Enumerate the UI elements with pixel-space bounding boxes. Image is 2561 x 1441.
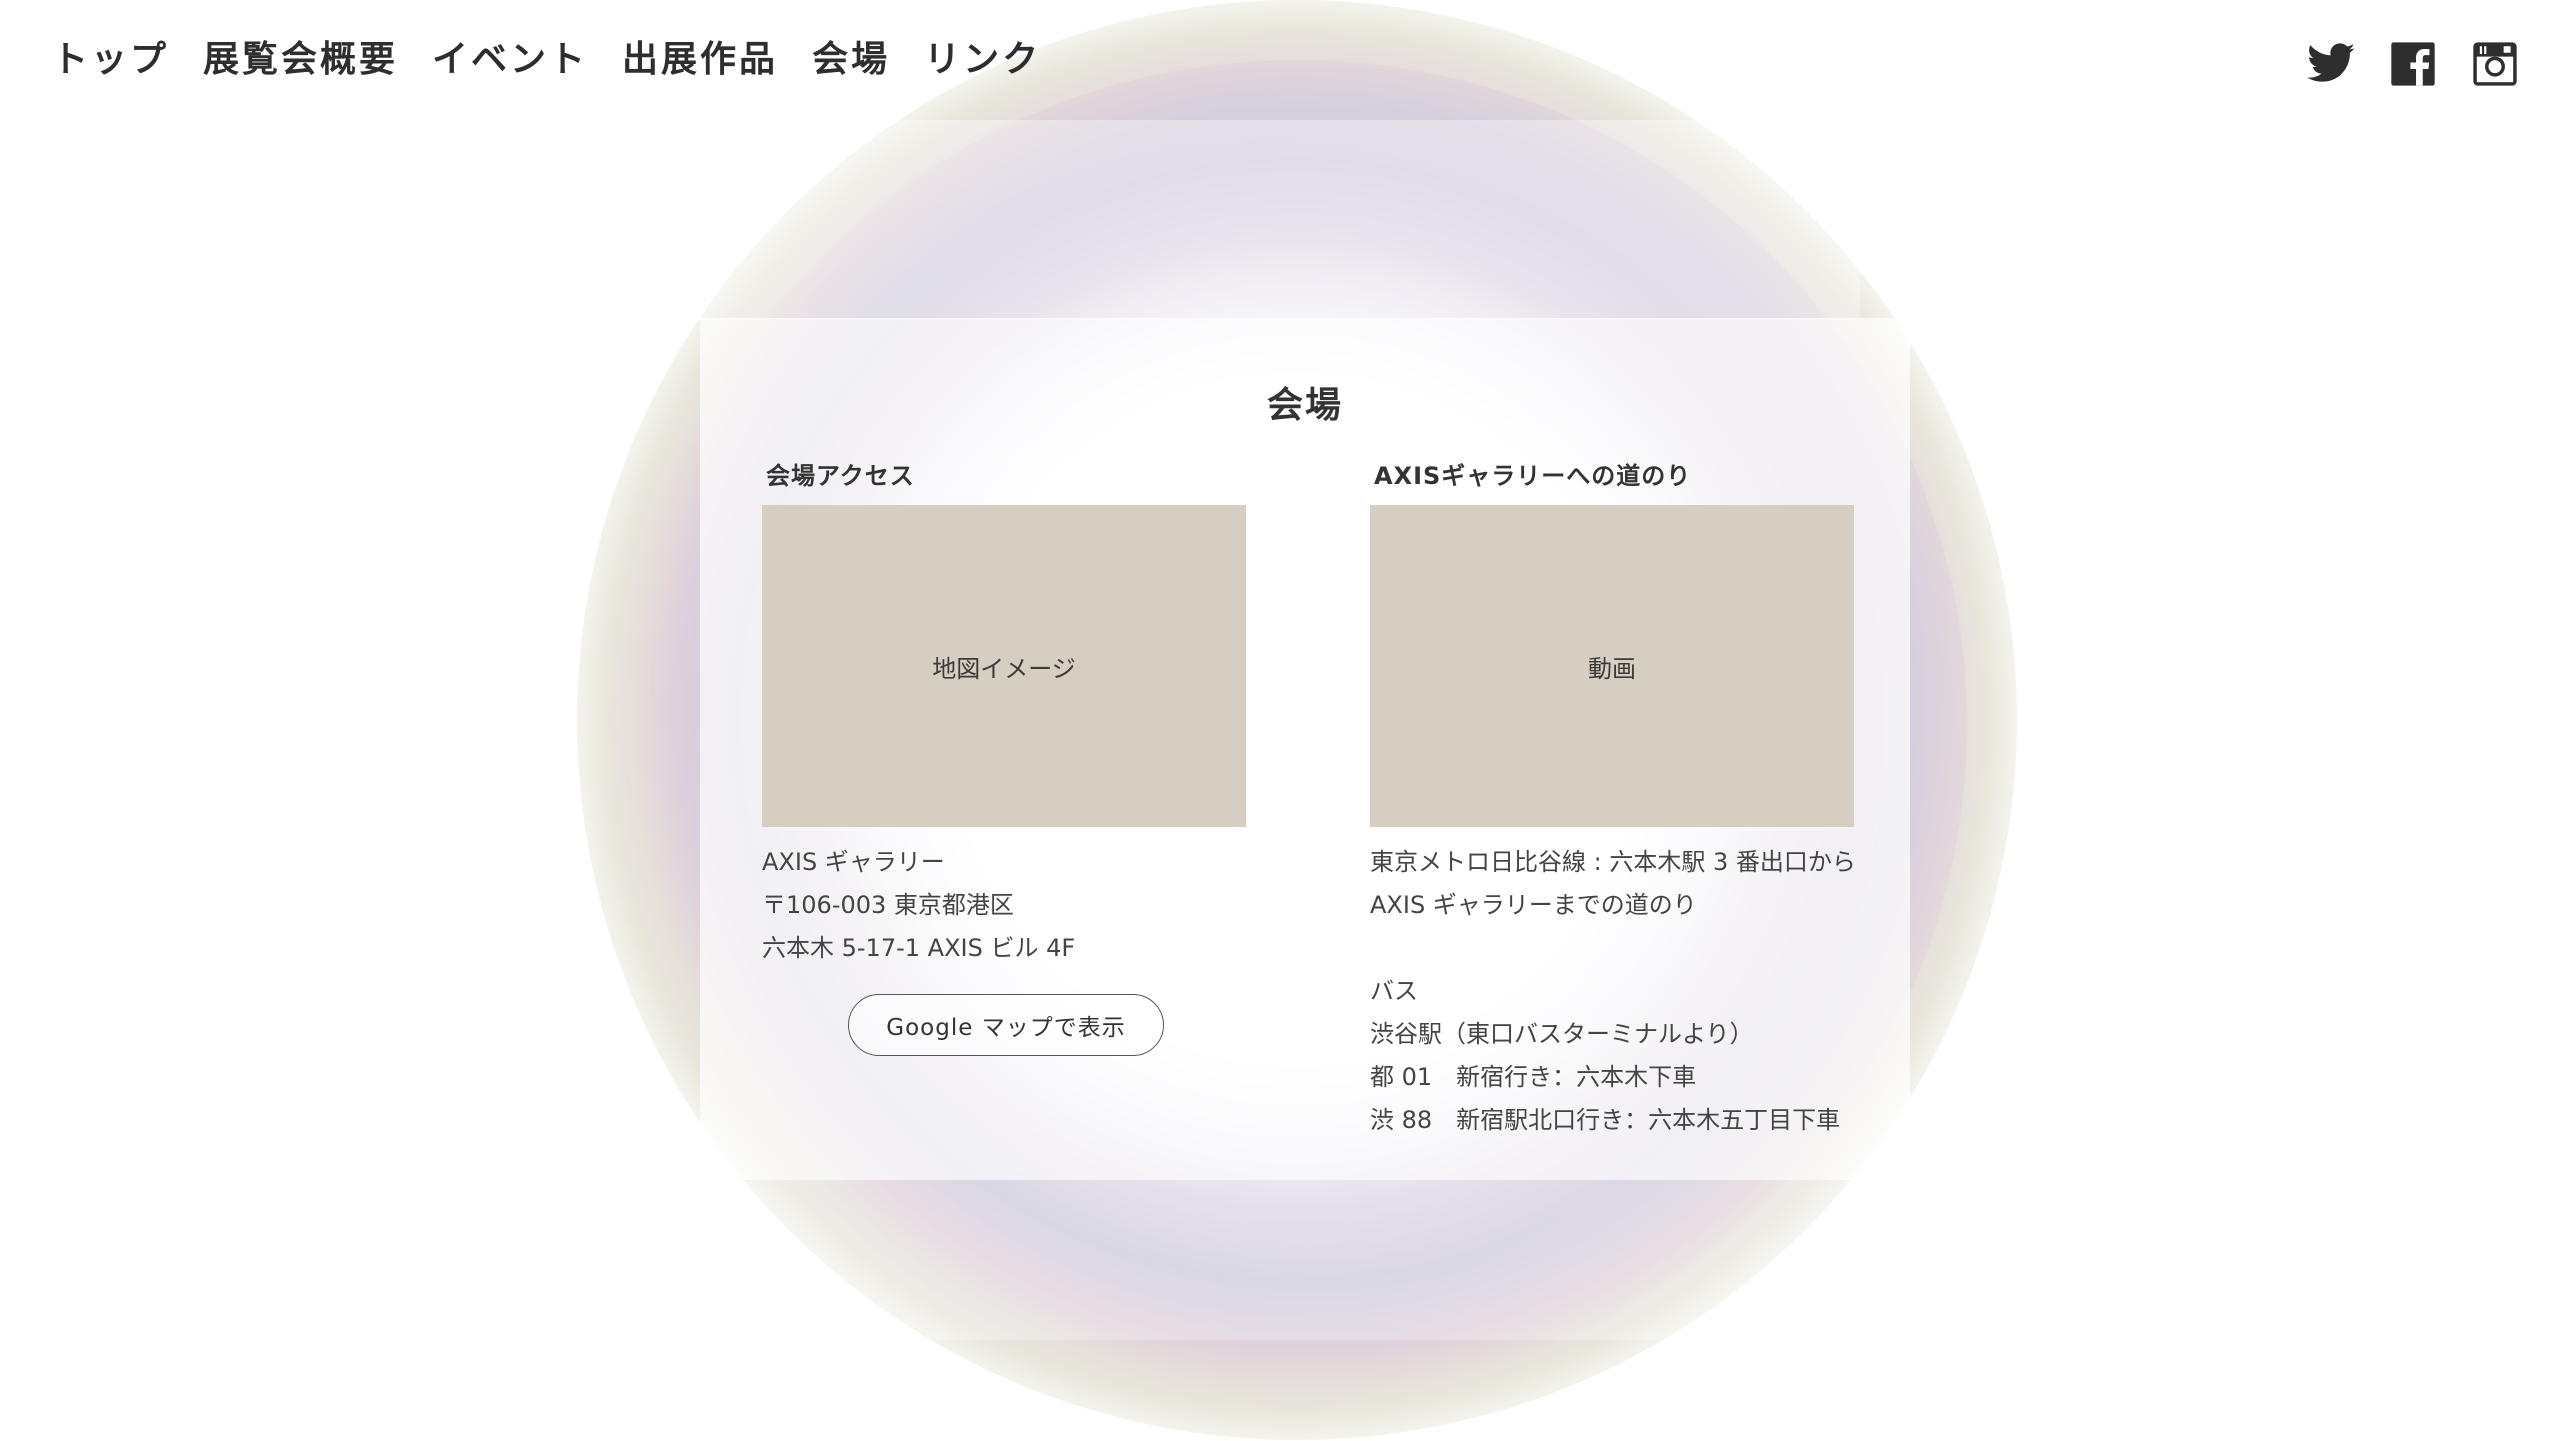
route-line: AXIS ギャラリーまでの道のり	[1370, 891, 1697, 919]
address-line: 六本木 5-17-1 AXIS ビル 4F	[762, 934, 1076, 962]
route-line: 渋谷駅（東口バスターミナルより）	[1370, 1020, 1754, 1048]
page: トップ 展覧会概要 イベント 出展作品 会場 リンク 会場 会場アクセス 地図イ…	[0, 0, 2561, 1441]
route-info: 東京メトロ日比谷線 : 六本木駅 3 番出口から AXIS ギャラリーまでの道の…	[1370, 841, 1856, 1142]
main-nav: トップ 展覧会概要 イベント 出展作品 会場 リンク	[52, 30, 1041, 82]
facebook-icon[interactable]	[2387, 38, 2439, 90]
access-heading: 会場アクセス	[766, 462, 915, 490]
access-column: 会場アクセス 地図イメージ AXIS ギャラリー 〒106-003 東京都港区 …	[762, 456, 1246, 1056]
social-links	[2305, 38, 2521, 90]
route-line: 都 01 新宿行き：六本木下車	[1370, 1063, 1697, 1091]
route-line: 東京メトロ日比谷線 : 六本木駅 3 番出口から	[1370, 848, 1856, 876]
decorative-band-top	[700, 120, 1860, 320]
map-image[interactable]: 地図イメージ	[762, 505, 1246, 827]
venue-card: 会場 会場アクセス 地図イメージ AXIS ギャラリー 〒106-003 東京都…	[700, 318, 1910, 1180]
route-line: 渋 88 新宿駅北口行き：六本木五丁目下車	[1370, 1106, 1841, 1134]
nav-item-works[interactable]: 出展作品	[622, 30, 778, 82]
page-title: 会場	[1266, 385, 1343, 426]
route-video[interactable]: 動画	[1370, 505, 1854, 827]
bus-heading: バス	[1370, 977, 1418, 1005]
video-placeholder-label: 動画	[1588, 654, 1636, 683]
twitter-icon[interactable]	[2305, 38, 2357, 90]
address-block: AXIS ギャラリー 〒106-003 東京都港区 六本木 5-17-1 AXI…	[762, 841, 1246, 970]
nav-item-overview[interactable]: 展覧会概要	[203, 30, 398, 82]
address-line: 〒106-003 東京都港区	[762, 891, 1014, 919]
map-placeholder-label: 地図イメージ	[932, 654, 1076, 683]
route-spacer	[1370, 927, 1854, 970]
nav-item-top[interactable]: トップ	[52, 30, 169, 82]
nav-item-event[interactable]: イベント	[432, 30, 588, 82]
route-heading: AXISギャラリーへの道のり	[1374, 462, 1692, 490]
google-map-button[interactable]: Google マップで表示	[848, 994, 1164, 1056]
decorative-band-bottom	[700, 1180, 1860, 1340]
nav-item-links[interactable]: リンク	[924, 30, 1041, 82]
route-column: AXISギャラリーへの道のり 動画 東京メトロ日比谷線 : 六本木駅 3 番出口…	[1370, 456, 1856, 1142]
nav-item-venue[interactable]: 会場	[812, 30, 890, 82]
instagram-icon[interactable]	[2469, 38, 2521, 90]
address-line: AXIS ギャラリー	[762, 848, 945, 876]
